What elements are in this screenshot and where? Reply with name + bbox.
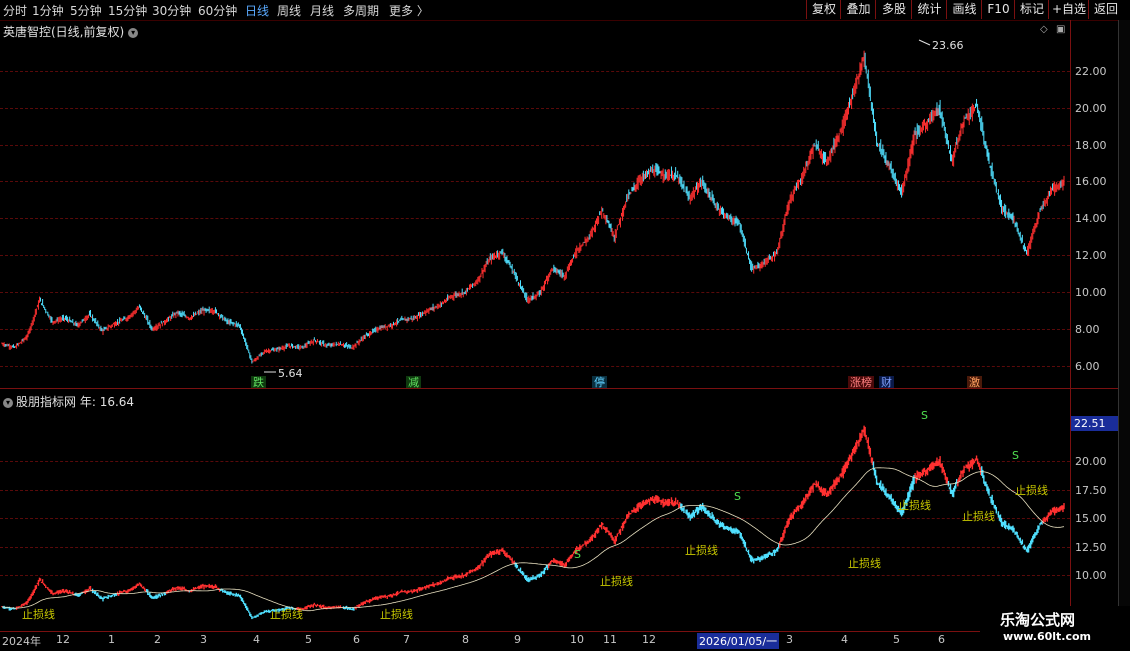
stop-loss-label: 止损线 (962, 510, 995, 523)
date-label: 12 (642, 633, 656, 646)
stop-loss-label: 止损线 (848, 557, 881, 570)
date-label: 5 (305, 633, 312, 646)
stop-loss-label: 止损线 (22, 608, 55, 621)
stop-loss-label: 止损线 (270, 608, 303, 621)
y-tick: 14.00 (1075, 212, 1107, 225)
sell-signal: S (1012, 449, 1019, 462)
date-label: 11 (603, 633, 617, 646)
date-label: 10 (570, 633, 584, 646)
sub-y-tick: 12.50 (1075, 541, 1107, 554)
y-tick: 20.00 (1075, 102, 1107, 115)
date-label: 8 (462, 633, 469, 646)
stop-loss-label: 止损线 (685, 544, 718, 557)
low-price-label: 5.64 (278, 367, 303, 380)
sell-signal: S (734, 490, 741, 503)
date-label: 3 (200, 633, 207, 646)
date-label: 12 (56, 633, 70, 646)
y-tick: 18.00 (1075, 139, 1107, 152)
price-chart[interactable] (0, 0, 1070, 632)
high-price-label: 23.66 (932, 39, 964, 52)
current-date-label: 2026/01/05/一 (697, 633, 780, 649)
sub-y-tick: 20.00 (1075, 455, 1107, 468)
sub-panel-title: ▾ 股朋指标网 年: 16.64 (3, 393, 134, 410)
date-label: 4 (841, 633, 848, 646)
y-tick: 6.00 (1075, 360, 1100, 373)
sub-y-tick: 17.50 (1075, 484, 1107, 497)
y-tick: 10.00 (1075, 286, 1107, 299)
sub-y-tick: 10.00 (1075, 569, 1107, 582)
current-value-badge: 22.51 (1071, 416, 1121, 431)
date-label: 6 (353, 633, 360, 646)
panel-divider (0, 388, 1130, 389)
indicator-name: 股朋指标网 (16, 395, 77, 409)
y-tick: 12.00 (1075, 249, 1107, 262)
date-label: 3 (786, 633, 793, 646)
stop-loss-label: 止损线 (898, 499, 931, 512)
watermark-url: www.60lt.com (1003, 630, 1092, 643)
moving-average-line (1, 467, 1065, 612)
date-label: 9 (514, 633, 521, 646)
date-label: 7 (403, 633, 410, 646)
date-label: 2024年 (2, 635, 41, 648)
right-axis (1070, 20, 1071, 632)
stop-loss-label: 止损线 (600, 575, 633, 588)
stop-loss-label: 止损线 (1015, 484, 1048, 497)
y-tick: 16.00 (1075, 175, 1107, 188)
year-value: 年: 16.64 (79, 395, 135, 409)
sub-y-tick: 15.00 (1075, 512, 1107, 525)
date-label: 5 (893, 633, 900, 646)
sell-signal: S (574, 548, 581, 561)
sell-signal: S (921, 409, 928, 422)
date-label: 2 (154, 633, 161, 646)
y-tick: 8.00 (1075, 323, 1100, 336)
stop-loss-label: 止损线 (380, 608, 413, 621)
date-axis: 2024年 12 1 2 3 4 5 6 7 8 9 10 11 12 2026… (0, 631, 1070, 651)
date-label: 4 (253, 633, 260, 646)
watermark-title: 乐淘公式网 (1000, 611, 1076, 629)
date-label: 1 (108, 633, 115, 646)
high-pointer (918, 39, 931, 46)
side-panel-strip[interactable] (1118, 20, 1130, 632)
back-button[interactable]: 返回 (1088, 0, 1123, 19)
date-label: 6 (938, 633, 945, 646)
chevron-down-icon[interactable]: ▾ (3, 397, 13, 408)
y-tick: 22.00 (1075, 65, 1107, 78)
